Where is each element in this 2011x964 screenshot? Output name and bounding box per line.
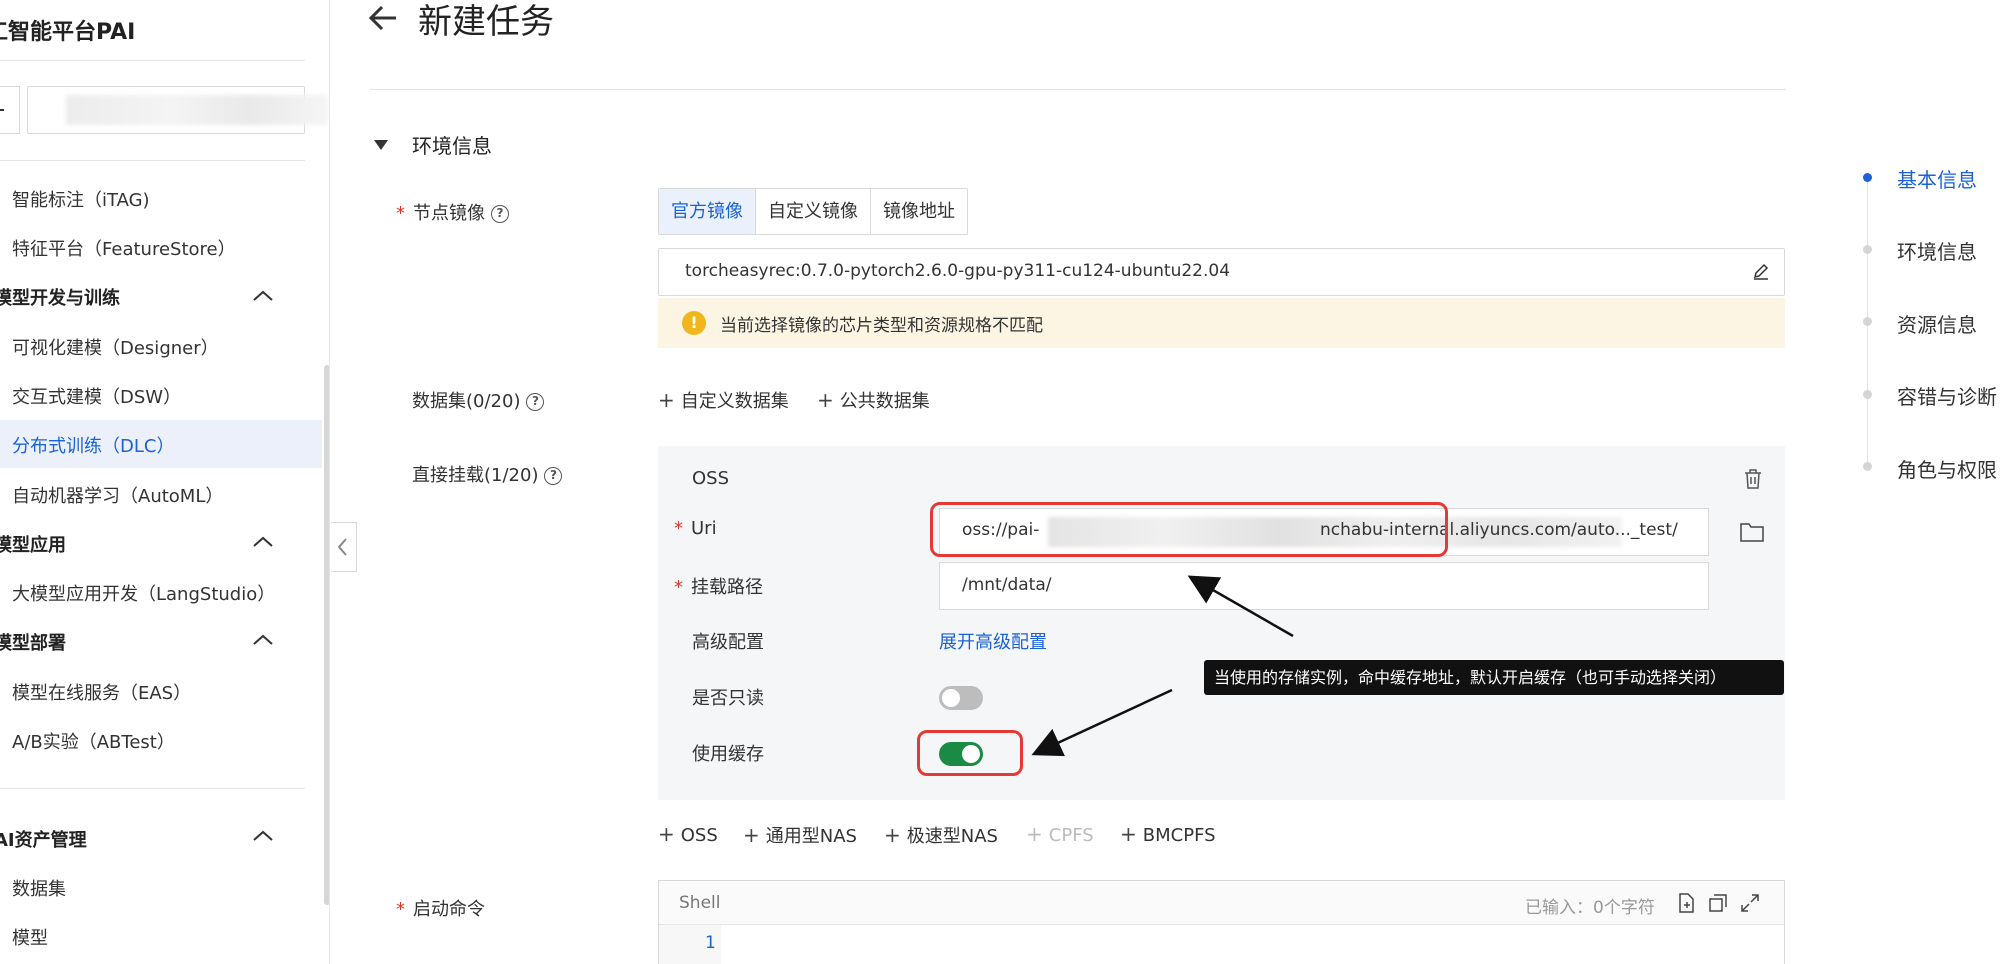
oss-mount-panel: OSS * Uri oss://pai- nchabu-internal.aliy…	[658, 446, 1785, 800]
tab-official-image[interactable]: 官方镜像	[659, 189, 756, 234]
step-dot	[1863, 245, 1872, 254]
line-number: 1	[705, 933, 716, 953]
trash-icon[interactable]	[1743, 468, 1763, 490]
step-dot	[1863, 390, 1872, 399]
page-title: 新建任务	[418, 2, 554, 42]
step-resource-info[interactable]: 资源信息	[1897, 309, 1977, 338]
uri-label: * Uri	[674, 518, 717, 539]
sidebar-item-dlc[interactable]: 分布式训练（DLC）	[12, 432, 174, 458]
start-command-label: * 启动命令	[396, 899, 485, 920]
editor-toolbar: Shell 已输入：0个字符	[659, 881, 1784, 925]
sidebar-item-datasets[interactable]: 数据集	[12, 875, 66, 901]
sidebar-item-automl[interactable]: 自动机器学习（AutoML）	[12, 482, 223, 508]
char-count: 已输入：0个字符	[1525, 898, 1655, 918]
brand-title: 工智能平台PAI	[0, 20, 136, 45]
sidebar-group-ai-assets[interactable]: AI资产管理	[0, 826, 87, 852]
step-dot	[1863, 173, 1872, 182]
chevron-up-icon[interactable]	[252, 634, 274, 646]
mount-label: 直接挂载(1/20)?	[412, 461, 563, 487]
command-editor[interactable]: Shell 已输入：0个字符 1	[658, 880, 1785, 964]
image-select[interactable]: torcheasyrec:0.7.0-pytorch2.6.0-gpu-py31…	[658, 248, 1785, 296]
advanced-config-label: 高级配置	[692, 632, 764, 653]
insert-file-icon[interactable]	[1675, 892, 1697, 914]
workspace-select[interactable]	[27, 86, 328, 134]
sidebar-item-models[interactable]: 模型	[12, 924, 48, 950]
step-roles[interactable]: 角色与权限	[1897, 454, 1997, 483]
workspace-collapse-button[interactable]	[0, 86, 20, 134]
tab-image-url[interactable]: 镜像地址	[871, 189, 967, 234]
sidebar-item-abtest[interactable]: A/B实验（ABTest）	[12, 728, 175, 754]
sidebar-item-dsw[interactable]: 交互式建模（DSW）	[12, 383, 181, 409]
help-icon[interactable]: ?	[526, 393, 545, 411]
step-fault-tolerance[interactable]: 容错与诊断	[1897, 381, 1997, 410]
sidebar-item-eas[interactable]: 模型在线服务（EAS）	[12, 679, 191, 705]
chevron-up-icon[interactable]	[252, 290, 274, 302]
readonly-toggle[interactable]	[939, 686, 983, 710]
divider	[0, 160, 305, 161]
help-icon[interactable]: ?	[491, 205, 509, 223]
sidebar-collapse-button[interactable]	[331, 522, 357, 572]
sidebar-group-model-deploy[interactable]: 模型部署	[0, 629, 66, 655]
back-arrow-icon[interactable]	[366, 0, 402, 36]
add-cpfs-button[interactable]: + CPFS	[1026, 822, 1094, 846]
warning-text: 当前选择镜像的芯片类型和资源规格不匹配	[720, 316, 1043, 336]
dataset-label: 数据集(0/20)?	[412, 387, 545, 413]
annotation-tooltip: 当使用的存储实例，命中缓存地址，默认开启缓存（也可手动选择关闭）	[1204, 660, 1784, 695]
tab-custom-image[interactable]: 自定义镜像	[756, 189, 871, 234]
warning-icon: !	[682, 311, 706, 335]
step-basic-info[interactable]: 基本信息	[1897, 164, 1977, 193]
add-extreme-nas-button[interactable]: + 极速型NAS	[884, 822, 998, 848]
sidebar-item-langstudio[interactable]: 大模型应用开发（LangStudio）	[12, 580, 275, 606]
caret-down-icon[interactable]	[373, 138, 389, 152]
editor-body[interactable]: 1	[659, 925, 1784, 964]
step-dot	[1863, 317, 1872, 326]
mount-path-label: * 挂载路径	[674, 577, 763, 598]
add-general-nas-button[interactable]: + 通用型NAS	[743, 822, 857, 848]
cache-highlight-box	[917, 730, 1023, 776]
mount-path-value: /mnt/data/	[962, 575, 1052, 595]
chevron-up-icon[interactable]	[252, 830, 274, 842]
add-oss-button[interactable]: + OSS	[658, 822, 718, 846]
copy-icon[interactable]	[1707, 892, 1729, 914]
add-public-dataset-button[interactable]: + 公共数据集	[817, 387, 930, 413]
sidebar-scrollbar[interactable]	[324, 365, 329, 905]
mount-path-input[interactable]: /mnt/data/	[939, 562, 1709, 610]
uri-highlight-box	[930, 502, 1448, 557]
sidebar-group-model-app[interactable]: 模型应用	[0, 531, 66, 557]
step-env-info[interactable]: 环境信息	[1897, 236, 1977, 265]
sidebar-item-featurestore[interactable]: 特征平台（FeatureStore）	[12, 235, 236, 261]
fullscreen-icon[interactable]	[1739, 892, 1761, 914]
divider	[370, 89, 1786, 90]
step-dot	[1863, 462, 1872, 471]
add-custom-dataset-button[interactable]: + 自定义数据集	[658, 387, 789, 413]
redacted-workspace-name	[66, 95, 328, 125]
image-source-tabs: 官方镜像 自定义镜像 镜像地址	[658, 188, 968, 235]
node-image-label: * 节点镜像?	[396, 199, 509, 225]
sidebar-item-designer[interactable]: 可视化建模（Designer）	[12, 334, 219, 360]
edit-icon[interactable]	[1752, 263, 1770, 281]
mount-type-title: OSS	[692, 468, 730, 489]
divider	[0, 788, 305, 789]
readonly-label: 是否只读	[692, 688, 764, 709]
sidebar-group-model-dev[interactable]: 模型开发与训练	[0, 284, 120, 310]
folder-icon[interactable]	[1738, 511, 1766, 553]
image-value: torcheasyrec:0.7.0-pytorch2.6.0-gpu-py31…	[685, 261, 1231, 281]
expand-advanced-config-link[interactable]: 展开高级配置	[939, 628, 1047, 654]
chevron-up-icon[interactable]	[252, 536, 274, 548]
divider	[0, 60, 305, 61]
warning-alert: ! 当前选择镜像的芯片类型和资源规格不匹配	[658, 298, 1785, 348]
sidebar: 工智能平台PAI 智能标注（iTAG) 特征平台（FeatureStore） 模…	[0, 0, 330, 964]
section-title: 环境信息	[412, 134, 492, 158]
editor-language: Shell	[679, 893, 721, 913]
help-icon[interactable]: ?	[544, 467, 563, 485]
add-bmcpfs-button[interactable]: + BMCPFS	[1120, 822, 1216, 846]
use-cache-label: 使用缓存	[692, 744, 764, 765]
chevron-left-icon	[337, 538, 347, 556]
sidebar-item-itag[interactable]: 智能标注（iTAG)	[12, 186, 150, 212]
